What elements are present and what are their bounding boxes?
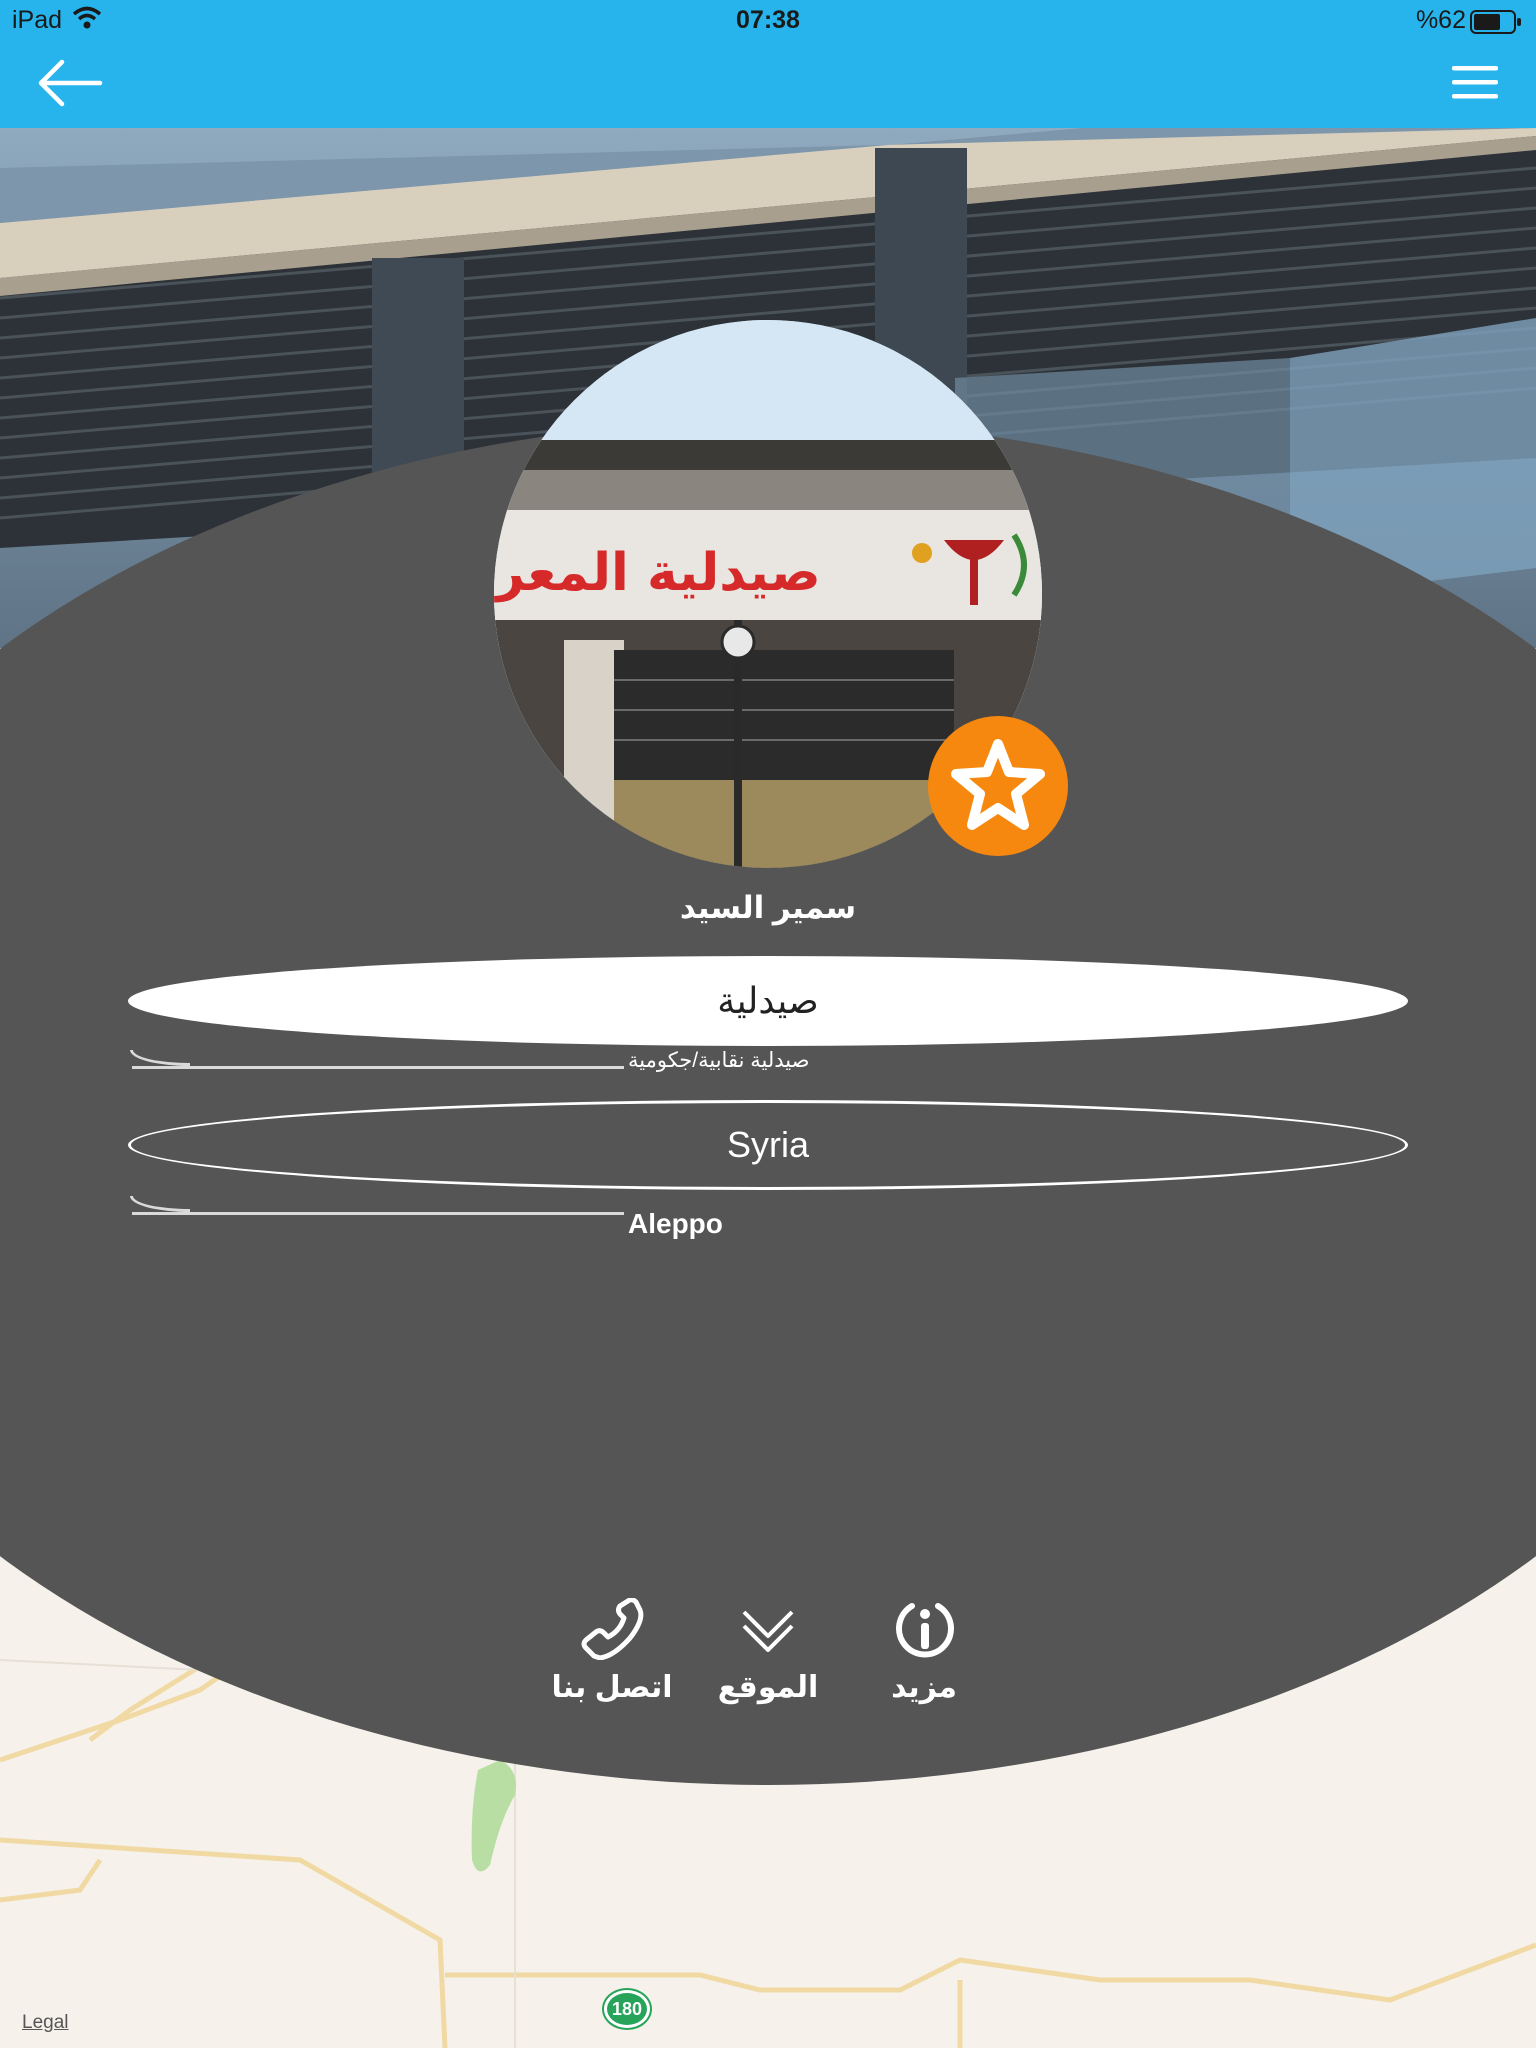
menu-button[interactable] — [1450, 62, 1500, 104]
category-value: صيدلية — [717, 980, 819, 1021]
city-label: Aleppo — [628, 1208, 723, 1239]
legal-link[interactable]: Legal — [22, 2012, 69, 2034]
location-button[interactable]: الموقع — [698, 1598, 838, 1710]
location-label: الموقع — [717, 1671, 819, 1704]
city-underline — [132, 1212, 624, 1215]
phone-icon — [581, 1598, 644, 1660]
info-icon — [896, 1603, 954, 1658]
contact-us-button[interactable]: اتصل بنا — [542, 1598, 682, 1710]
status-battery-percent: %62 — [1415, 6, 1466, 34]
arrow-left-icon — [38, 59, 103, 107]
more-button[interactable]: مزيد — [854, 1598, 994, 1710]
more-label: مزيد — [891, 1671, 957, 1704]
subcategory-label: صيدلية نقابية/جكومية — [628, 1049, 810, 1072]
back-button[interactable] — [36, 58, 104, 108]
star-icon — [951, 739, 1045, 830]
avatar-sign-text: صيدلية المعري — [494, 543, 821, 603]
subcategory-underline — [132, 1066, 624, 1069]
country-field[interactable]: Syria — [128, 1100, 1408, 1190]
location-chevron-icon — [742, 1610, 794, 1652]
status-time: 07:38 — [736, 6, 800, 34]
battery-icon — [1470, 10, 1522, 39]
category-field[interactable]: صيدلية — [128, 956, 1408, 1046]
favorite-button[interactable] — [928, 716, 1068, 856]
hamburger-menu-icon — [1452, 66, 1498, 99]
contact-us-label: اتصل بنا — [551, 1671, 673, 1704]
profile-name: سمير السيد — [679, 890, 857, 925]
top-bar: iPad 07:38 %62 — [0, 0, 1536, 128]
route-shield-180: 180 — [604, 1990, 650, 2028]
country-value: Syria — [726, 1124, 810, 1165]
screen: Legal 180 iPad 07:38 %62 صيدلية المعر سم… — [0, 0, 1536, 2048]
